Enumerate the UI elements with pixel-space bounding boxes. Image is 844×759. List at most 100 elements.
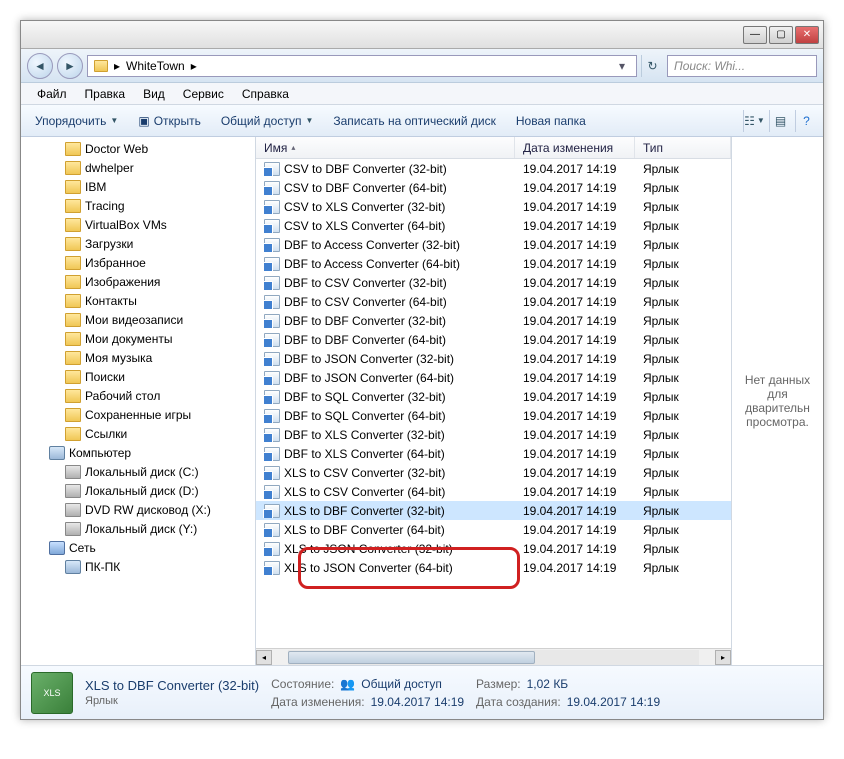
menu-file[interactable]: Файл xyxy=(29,85,75,103)
file-row[interactable]: DBF to JSON Converter (64-bit)19.04.2017… xyxy=(256,368,731,387)
shortcut-icon xyxy=(264,428,280,442)
tree-label: Контакты xyxy=(85,294,137,308)
tree-item[interactable]: Компьютер xyxy=(21,443,255,462)
tree-item[interactable]: IBM xyxy=(21,177,255,196)
refresh-button[interactable]: ↻ xyxy=(641,55,663,77)
file-row[interactable]: CSV to DBF Converter (64-bit)19.04.2017 … xyxy=(256,178,731,197)
tree-item[interactable]: Изображения xyxy=(21,272,255,291)
file-row[interactable]: DBF to CSV Converter (32-bit)19.04.2017 … xyxy=(256,273,731,292)
minimize-button[interactable]: — xyxy=(743,26,767,44)
file-type: Ярлык xyxy=(635,409,731,423)
tree-label: Рабочий стол xyxy=(85,389,160,403)
tree-item[interactable]: VirtualBox VMs xyxy=(21,215,255,234)
back-button[interactable]: ◄ xyxy=(27,53,53,79)
tree-item[interactable]: Контакты xyxy=(21,291,255,310)
tree-item[interactable]: Поиски xyxy=(21,367,255,386)
file-row[interactable]: DBF to XLS Converter (64-bit)19.04.2017 … xyxy=(256,444,731,463)
file-row[interactable]: XLS to DBF Converter (32-bit)19.04.2017 … xyxy=(256,501,731,520)
folder-icon xyxy=(65,313,81,327)
file-row[interactable]: DBF to CSV Converter (64-bit)19.04.2017 … xyxy=(256,292,731,311)
preview-empty-text: Нет данных для дварительн просмотра. xyxy=(736,373,819,429)
help-button[interactable]: ? xyxy=(795,110,817,132)
new-folder-button[interactable]: Новая папка xyxy=(508,110,594,132)
scroll-thumb[interactable] xyxy=(288,651,535,664)
shortcut-icon xyxy=(264,409,280,423)
file-row[interactable]: DBF to SQL Converter (32-bit)19.04.2017 … xyxy=(256,387,731,406)
file-row[interactable]: XLS to CSV Converter (64-bit)19.04.2017 … xyxy=(256,482,731,501)
tree-label: Избранное xyxy=(85,256,146,270)
file-row[interactable]: XLS to DBF Converter (64-bit)19.04.2017 … xyxy=(256,520,731,539)
shortcut-icon xyxy=(264,485,280,499)
file-name: DBF to XLS Converter (64-bit) xyxy=(284,447,445,461)
file-row[interactable]: CSV to XLS Converter (32-bit)19.04.2017 … xyxy=(256,197,731,216)
file-row[interactable]: CSV to XLS Converter (64-bit)19.04.2017 … xyxy=(256,216,731,235)
tree-item[interactable]: Doctor Web xyxy=(21,139,255,158)
menu-edit[interactable]: Правка xyxy=(77,85,134,103)
folder-icon xyxy=(65,237,81,251)
file-row[interactable]: XLS to CSV Converter (32-bit)19.04.2017 … xyxy=(256,463,731,482)
address-dropdown-icon[interactable]: ▾ xyxy=(614,59,630,73)
address-sep: ▸ xyxy=(114,59,120,73)
column-name[interactable]: Имя ▴ xyxy=(256,137,515,158)
file-type: Ярлык xyxy=(635,181,731,195)
file-row[interactable]: XLS to JSON Converter (64-bit)19.04.2017… xyxy=(256,558,731,577)
tree-item[interactable]: Локальный диск (D:) xyxy=(21,481,255,500)
tree-item[interactable]: dwhelper xyxy=(21,158,255,177)
file-row[interactable]: DBF to SQL Converter (64-bit)19.04.2017 … xyxy=(256,406,731,425)
tree-item[interactable]: Tracing xyxy=(21,196,255,215)
file-row[interactable]: DBF to XLS Converter (32-bit)19.04.2017 … xyxy=(256,425,731,444)
column-type[interactable]: Тип xyxy=(635,137,731,158)
file-rows[interactable]: CSV to DBF Converter (32-bit)19.04.2017 … xyxy=(256,159,731,648)
file-name: XLS to DBF Converter (64-bit) xyxy=(284,523,445,537)
details-pane: XLS XLS to DBF Converter (32-bit) Ярлык … xyxy=(21,665,823,719)
close-button[interactable]: ✕ xyxy=(795,26,819,44)
scroll-left-button[interactable]: ◂ xyxy=(256,650,272,665)
file-date: 19.04.2017 14:19 xyxy=(515,257,635,271)
file-row[interactable]: DBF to JSON Converter (32-bit)19.04.2017… xyxy=(256,349,731,368)
tree-item[interactable]: ПК-ПК xyxy=(21,557,255,576)
scroll-right-button[interactable]: ▸ xyxy=(715,650,731,665)
menu-help[interactable]: Справка xyxy=(234,85,297,103)
tree-item[interactable]: Рабочий стол xyxy=(21,386,255,405)
file-type: Ярлык xyxy=(635,352,731,366)
tree-item[interactable]: Сеть xyxy=(21,538,255,557)
details-state-value: Общий доступ xyxy=(361,677,442,691)
tree-item[interactable]: Моя музыка xyxy=(21,348,255,367)
file-type: Ярлык xyxy=(635,504,731,518)
tree-item[interactable]: DVD RW дисковод (X:) xyxy=(21,500,255,519)
tree-item[interactable]: Локальный диск (Y:) xyxy=(21,519,255,538)
folder-icon xyxy=(65,408,81,422)
tree-item[interactable]: Ссылки xyxy=(21,424,255,443)
file-row[interactable]: XLS to JSON Converter (32-bit)19.04.2017… xyxy=(256,539,731,558)
shortcut-icon xyxy=(264,561,280,575)
tree-label: Сеть xyxy=(69,541,96,555)
maximize-button[interactable]: ▢ xyxy=(769,26,793,44)
tree-item[interactable]: Мои документы xyxy=(21,329,255,348)
forward-button[interactable]: ► xyxy=(57,53,83,79)
address-bar[interactable]: ▸ WhiteTown ▸ ▾ xyxy=(87,55,637,77)
open-button[interactable]: ▣ Открыть xyxy=(130,110,208,132)
file-row[interactable]: CSV to DBF Converter (32-bit)19.04.2017 … xyxy=(256,159,731,178)
file-row[interactable]: DBF to DBF Converter (32-bit)19.04.2017 … xyxy=(256,311,731,330)
tree-item[interactable]: Локальный диск (C:) xyxy=(21,462,255,481)
share-button[interactable]: Общий доступ ▼ xyxy=(213,110,322,132)
organize-button[interactable]: Упорядочить ▼ xyxy=(27,110,126,132)
burn-button[interactable]: Записать на оптический диск xyxy=(325,110,504,132)
menu-view[interactable]: Вид xyxy=(135,85,173,103)
file-row[interactable]: DBF to Access Converter (32-bit)19.04.20… xyxy=(256,235,731,254)
comp-icon xyxy=(49,446,65,460)
file-row[interactable]: DBF to DBF Converter (64-bit)19.04.2017 … xyxy=(256,330,731,349)
file-row[interactable]: DBF to Access Converter (64-bit)19.04.20… xyxy=(256,254,731,273)
search-box[interactable]: Поиск: Whi... xyxy=(667,55,817,77)
preview-pane-button[interactable]: ▤ xyxy=(769,110,791,132)
tree-item[interactable]: Загрузки xyxy=(21,234,255,253)
tree-item[interactable]: Мои видеозаписи xyxy=(21,310,255,329)
menu-tools[interactable]: Сервис xyxy=(175,85,232,103)
details-created-value: 19.04.2017 14:19 xyxy=(567,695,660,709)
view-options-button[interactable]: ☷▼ xyxy=(743,110,765,132)
horizontal-scrollbar[interactable]: ◂ ▸ xyxy=(256,648,731,665)
tree-item[interactable]: Сохраненные игры xyxy=(21,405,255,424)
tree-item[interactable]: Избранное xyxy=(21,253,255,272)
column-date[interactable]: Дата изменения xyxy=(515,137,635,158)
navigation-tree[interactable]: Doctor WebdwhelperIBMTracingVirtualBox V… xyxy=(21,137,256,665)
